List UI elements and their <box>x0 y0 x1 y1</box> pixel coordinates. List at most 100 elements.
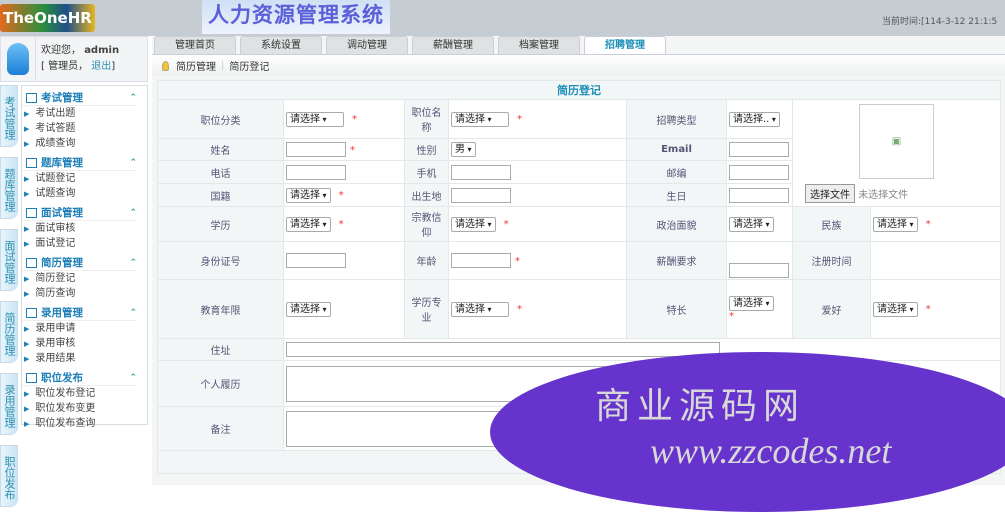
menu-item[interactable]: ▶ 简历登记 <box>22 271 147 286</box>
major-select[interactable]: 请选择 <box>451 301 509 317</box>
arrow-right-icon: ▶ <box>24 190 30 198</box>
phone-input[interactable] <box>286 164 346 180</box>
collapse-icon[interactable]: ⌃ <box>129 93 137 103</box>
menu-item-label: 简历查询 <box>35 288 76 299</box>
birthplace-input[interactable] <box>451 187 511 203</box>
arrow-right-icon: ▶ <box>24 140 30 148</box>
breadcrumb-item[interactable]: 简历管理 <box>176 58 216 73</box>
address-input[interactable] <box>286 342 720 357</box>
label: 薪酬要求 <box>626 241 727 280</box>
ethnicity-select[interactable]: 请选择 <box>873 216 918 232</box>
menu-item[interactable]: ▶ 职位发布登记 <box>22 386 147 401</box>
choose-file-button[interactable]: 选择文件 <box>805 183 855 203</box>
logout-link[interactable]: 退出 <box>91 61 111 72</box>
vertical-tab[interactable]: 题库管理 <box>0 157 18 219</box>
tab[interactable]: 系统设置 <box>240 36 322 54</box>
menu-section-title: 面试管理 <box>41 207 83 219</box>
email-input[interactable] <box>729 142 789 157</box>
arrow-right-icon: ▶ <box>24 290 30 298</box>
file-status: 未选择文件 <box>858 189 909 201</box>
name-input[interactable] <box>286 142 346 157</box>
salary-input[interactable] <box>729 263 789 278</box>
collapse-icon[interactable]: ⌃ <box>129 308 137 318</box>
recruit-type-select[interactable]: 请选择.. <box>729 111 780 127</box>
menu-item-label: 职位发布查询 <box>35 418 96 429</box>
label: 手机 <box>404 160 449 184</box>
arrow-right-icon: ▶ <box>24 325 30 333</box>
watermark: 商业源码网 www.zzcodes.net <box>490 352 1005 512</box>
menu-item[interactable]: ▶ 职位发布查询 <box>22 416 147 431</box>
menu-item[interactable]: ▶ 考试出题 <box>22 106 147 121</box>
menu-section-header[interactable]: 题库管理 ⌃ <box>22 155 137 171</box>
menu-item[interactable]: ▶ 面试审核 <box>22 221 147 236</box>
nationality-select[interactable]: 请选择 <box>286 187 331 203</box>
menu-section: 面试管理 ⌃ ▶ 面试审核 ▶ 面试登记 <box>22 205 147 251</box>
collapse-icon[interactable]: ⌃ <box>129 258 137 268</box>
menu-item[interactable]: ▶ 考试答题 <box>22 121 147 136</box>
specialty-select[interactable]: 请选择 <box>729 296 774 311</box>
age-input[interactable] <box>451 253 511 268</box>
username: admin <box>84 45 120 56</box>
vertical-tab[interactable]: 考试管理 <box>0 85 18 147</box>
politics-select[interactable]: 请选择 <box>729 216 774 232</box>
menu-section: 考试管理 ⌃ ▶ 考试出题 ▶ 考试答题 ▶ 成绩查询 <box>22 90 147 151</box>
collapse-icon[interactable]: ⌃ <box>129 158 137 168</box>
zip-input[interactable] <box>729 164 789 180</box>
tab[interactable]: 档案管理 <box>498 36 580 54</box>
menu-item[interactable]: ▶ 面试登记 <box>22 236 147 251</box>
job-category-select[interactable]: 请选择 <box>286 111 344 127</box>
menu-item[interactable]: ▶ 职位发布变更 <box>22 401 147 416</box>
label: 出生地 <box>404 183 449 207</box>
gender-select[interactable]: 男 <box>451 142 476 157</box>
religion-select[interactable]: 请选择 <box>451 216 496 232</box>
birthday-input[interactable] <box>729 187 789 203</box>
hobby-select[interactable]: 请选择 <box>873 301 918 317</box>
menu-section-header[interactable]: 考试管理 ⌃ <box>22 90 137 106</box>
edit-icon <box>26 157 37 168</box>
menu-item-label: 考试出题 <box>35 108 76 119</box>
vertical-tab[interactable]: 简历管理 <box>0 301 18 363</box>
vertical-tab[interactable]: 职位发布 <box>0 445 18 507</box>
menu-item[interactable]: ▶ 录用结果 <box>22 351 147 366</box>
label: 生日 <box>626 183 727 207</box>
menu-item[interactable]: ▶ 录用审核 <box>22 336 147 351</box>
menu-section-header[interactable]: 录用管理 ⌃ <box>22 305 137 321</box>
mobile-input[interactable] <box>451 164 511 180</box>
label: 身份证号 <box>157 241 284 280</box>
tab[interactable]: 薪酬管理 <box>412 36 494 54</box>
menu-item[interactable]: ▶ 试题查询 <box>22 186 147 201</box>
tab[interactable]: 招聘管理 <box>584 36 666 54</box>
tab[interactable]: 管理首页 <box>154 36 236 54</box>
menu-section-header[interactable]: 职位发布 ⌃ <box>22 370 137 386</box>
vertical-tab[interactable]: 面试管理 <box>0 229 18 291</box>
system-title: 人力资源管理系统 <box>202 0 390 34</box>
collapse-icon[interactable]: ⌃ <box>129 373 137 383</box>
menu-section-header[interactable]: 简历管理 ⌃ <box>22 255 137 271</box>
job-name-select[interactable]: 请选择 <box>451 111 509 127</box>
label: 职位分类 <box>157 99 284 139</box>
edu-years-select[interactable]: 请选择 <box>286 301 331 317</box>
label: 宗教信仰 <box>404 206 449 242</box>
menu-section-header[interactable]: 面试管理 ⌃ <box>22 205 137 221</box>
vertical-tabs: 考试管理题库管理面试管理简历管理录用管理职位发布 <box>0 85 21 517</box>
label: 招聘类型 <box>626 99 727 139</box>
menu-item-label: 试题查询 <box>35 188 76 199</box>
menu-item-label: 录用结果 <box>35 353 76 364</box>
collapse-icon[interactable]: ⌃ <box>129 208 137 218</box>
id-card-input[interactable] <box>286 253 346 268</box>
vertical-tab[interactable]: 录用管理 <box>0 373 18 435</box>
menu-item[interactable]: ▶ 简历查询 <box>22 286 147 301</box>
arrow-right-icon: ▶ <box>24 355 30 363</box>
education-select[interactable]: 请选择 <box>286 216 331 232</box>
menu-section: 题库管理 ⌃ ▶ 试题登记 ▶ 试题查询 <box>22 155 147 201</box>
menu-item[interactable]: ▶ 录用申请 <box>22 321 147 336</box>
tab[interactable]: 调动管理 <box>326 36 408 54</box>
label: 特长 <box>626 279 727 339</box>
current-time: 当前时间:[114-3-12 21:1:5 <box>882 17 998 27</box>
menu-item[interactable]: ▶ 试题登记 <box>22 171 147 186</box>
arrow-right-icon: ▶ <box>24 420 30 428</box>
menu-section-title: 题库管理 <box>41 157 83 169</box>
lightbulb-icon <box>162 60 169 71</box>
edit-icon <box>26 372 37 383</box>
menu-item[interactable]: ▶ 成绩查询 <box>22 136 147 151</box>
